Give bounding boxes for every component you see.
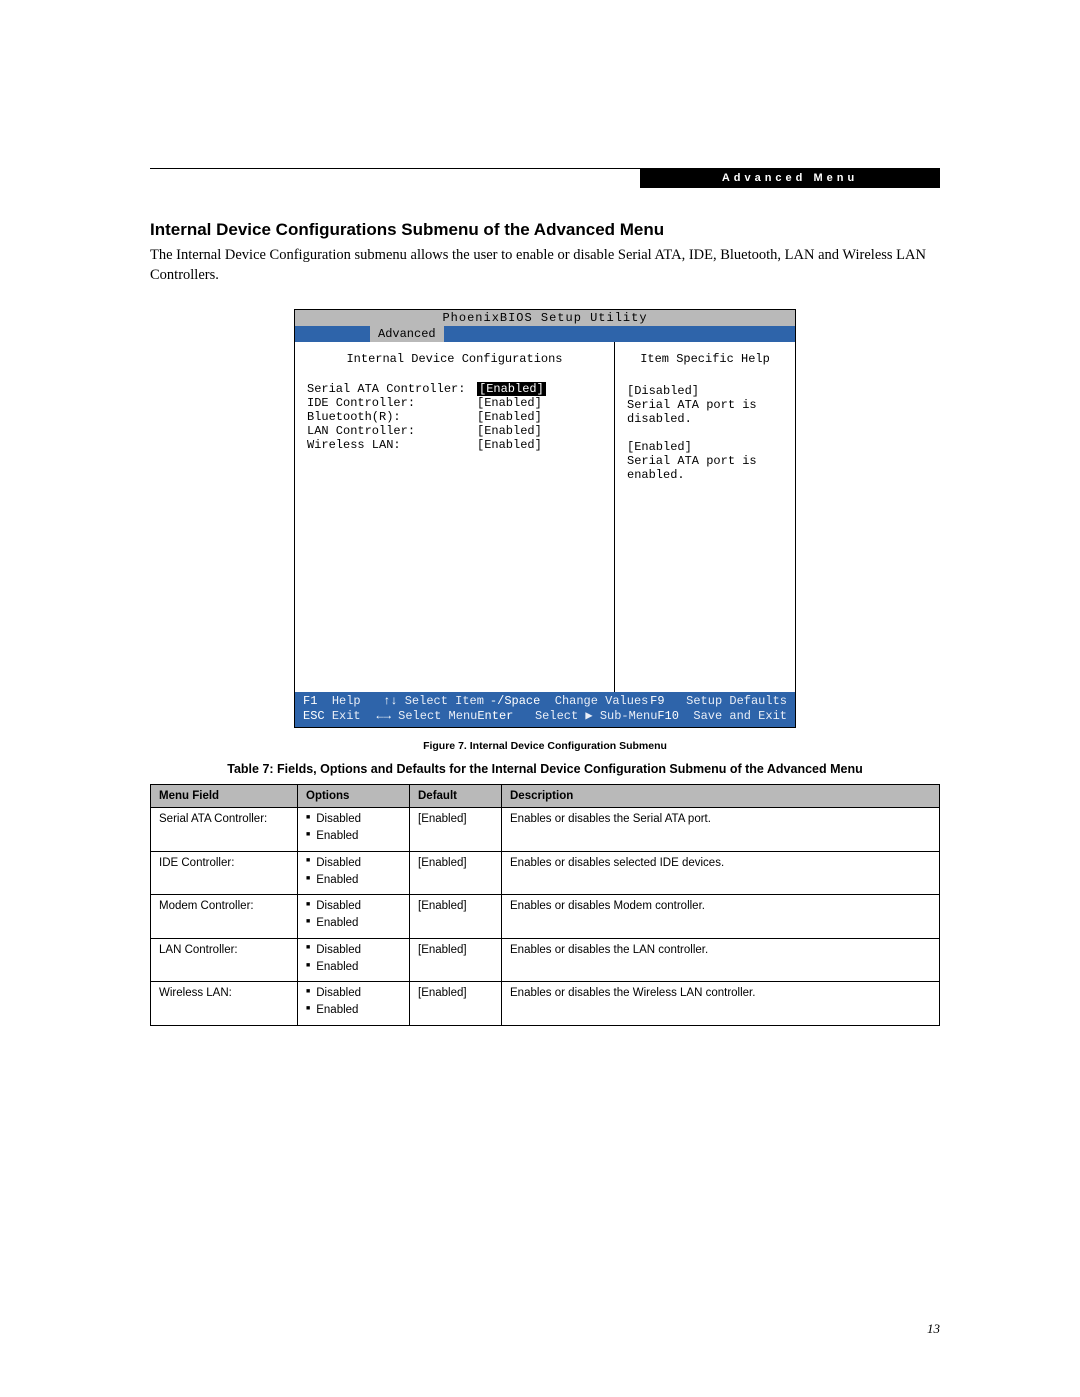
bios-item-serial-ata[interactable]: Serial ATA Controller: [Enabled] [307, 382, 602, 396]
footer-change: Change Values [555, 694, 649, 708]
bios-help-line: [Disabled] [627, 384, 783, 398]
key-enter: Enter [477, 709, 513, 723]
key-updown: ↑↓ [383, 694, 397, 708]
section-intro: The Internal Device Configuration submen… [150, 246, 940, 285]
table-header-row: Menu Field Options Default Description [151, 785, 940, 808]
key-f9: F9 [650, 694, 664, 708]
th-menu-field: Menu Field [151, 785, 298, 808]
cell-default: [Enabled] [410, 895, 502, 939]
table-row: Serial ATA Controller: Disabled Enabled … [151, 808, 940, 852]
bios-help-line: Serial ATA port is [627, 398, 783, 412]
option-item: Disabled [306, 898, 401, 915]
cell-default: [Enabled] [410, 938, 502, 982]
footer-help: Help [332, 694, 361, 708]
page-number: 13 [927, 1321, 940, 1337]
bios-item-value[interactable]: [Enabled] [477, 424, 542, 438]
option-item: Enabled [306, 915, 401, 932]
bios-help-line [627, 426, 783, 440]
bios-utility-title: PhoenixBIOS Setup Utility [295, 310, 795, 326]
header-tab: Advanced Menu [640, 168, 940, 188]
bios-menubar: Advanced [295, 326, 795, 342]
bios-panel-title: Internal Device Configurations [295, 342, 614, 382]
bios-item-value[interactable]: [Enabled] [477, 410, 542, 424]
cell-description: Enables or disables the Serial ATA port. [502, 808, 940, 852]
option-item: Enabled [306, 872, 401, 889]
footer-submenu: Select ▶ Sub-Menu [535, 709, 657, 723]
bios-item-ide[interactable]: IDE Controller: [Enabled] [307, 396, 602, 410]
th-description: Description [502, 785, 940, 808]
cell-field: Modem Controller: [151, 895, 298, 939]
option-item: Disabled [306, 942, 401, 959]
cell-options: Disabled Enabled [298, 851, 410, 895]
cell-field: Serial ATA Controller: [151, 808, 298, 852]
bios-item-value[interactable]: [Enabled] [477, 382, 546, 396]
cell-field: IDE Controller: [151, 851, 298, 895]
option-item: Enabled [306, 959, 401, 976]
bios-item-lan[interactable]: LAN Controller: [Enabled] [307, 424, 602, 438]
table-caption: Table 7: Fields, Options and Defaults fo… [150, 762, 940, 776]
bios-body: Internal Device Configurations Serial AT… [295, 342, 795, 692]
bios-tab-advanced[interactable]: Advanced [370, 326, 444, 342]
cell-options: Disabled Enabled [298, 938, 410, 982]
cell-default: [Enabled] [410, 982, 502, 1026]
option-item: Enabled [306, 1002, 401, 1019]
bios-help-title: Item Specific Help [627, 352, 783, 366]
cell-options: Disabled Enabled [298, 808, 410, 852]
cell-options: Disabled Enabled [298, 982, 410, 1026]
option-item: Disabled [306, 985, 401, 1002]
bios-item-value[interactable]: [Enabled] [477, 396, 542, 410]
figure-caption: Figure 7. Internal Device Configuration … [150, 740, 940, 752]
cell-description: Enables or disables Modem controller. [502, 895, 940, 939]
cell-options: Disabled Enabled [298, 895, 410, 939]
footer-defaults: Setup Defaults [686, 694, 787, 708]
cell-default: [Enabled] [410, 851, 502, 895]
option-item: Disabled [306, 855, 401, 872]
bios-item-label: Bluetooth(R): [307, 410, 477, 424]
key-esc: ESC [303, 709, 325, 723]
option-item: Disabled [306, 811, 401, 828]
bios-items: Serial ATA Controller: [Enabled] IDE Con… [295, 382, 614, 692]
bios-help-panel: Item Specific Help [Disabled] Serial ATA… [615, 342, 795, 692]
table-row: IDE Controller: Disabled Enabled [Enable… [151, 851, 940, 895]
key-f10: F10 [657, 709, 679, 723]
cell-field: Wireless LAN: [151, 982, 298, 1026]
options-table: Menu Field Options Default Description S… [150, 784, 940, 1026]
option-item: Enabled [306, 828, 401, 845]
page: Advanced Menu Internal Device Configurat… [0, 0, 1080, 1397]
bios-item-label: LAN Controller: [307, 424, 477, 438]
cell-description: Enables or disables the LAN controller. [502, 938, 940, 982]
bios-item-wireless[interactable]: Wireless LAN: [Enabled] [307, 438, 602, 452]
footer-select-menu: Select Menu [398, 709, 477, 723]
bios-footer: F1 Help ↑↓ Select Item -/Space Change Va… [295, 692, 795, 727]
table-row: Wireless LAN: Disabled Enabled [Enabled]… [151, 982, 940, 1026]
th-default: Default [410, 785, 502, 808]
section-title: Internal Device Configurations Submenu o… [150, 220, 940, 240]
bios-item-label: Serial ATA Controller: [307, 382, 477, 396]
cell-description: Enables or disables the Wireless LAN con… [502, 982, 940, 1026]
table-row: LAN Controller: Disabled Enabled [Enable… [151, 938, 940, 982]
key-f1: F1 [303, 694, 317, 708]
footer-save: Save and Exit [693, 709, 787, 723]
key-leftright: ←→ [377, 709, 391, 723]
cell-field: LAN Controller: [151, 938, 298, 982]
bios-item-label: Wireless LAN: [307, 438, 477, 452]
bios-left-panel: Internal Device Configurations Serial AT… [295, 342, 615, 692]
bios-help-line: enabled. [627, 468, 783, 482]
bios-help-line: Serial ATA port is [627, 454, 783, 468]
cell-default: [Enabled] [410, 808, 502, 852]
bios-help-line: [Enabled] [627, 440, 783, 454]
bios-item-bluetooth[interactable]: Bluetooth(R): [Enabled] [307, 410, 602, 424]
cell-description: Enables or disables selected IDE devices… [502, 851, 940, 895]
bios-help-line: disabled. [627, 412, 783, 426]
bios-item-label: IDE Controller: [307, 396, 477, 410]
bios-item-value[interactable]: [Enabled] [477, 438, 542, 452]
th-options: Options [298, 785, 410, 808]
footer-exit: Exit [332, 709, 361, 723]
bios-window: PhoenixBIOS Setup Utility Advanced Inter… [294, 309, 796, 728]
key-space: -/Space [490, 694, 540, 708]
footer-select-item: Select Item [405, 694, 484, 708]
table-row: Modem Controller: Disabled Enabled [Enab… [151, 895, 940, 939]
